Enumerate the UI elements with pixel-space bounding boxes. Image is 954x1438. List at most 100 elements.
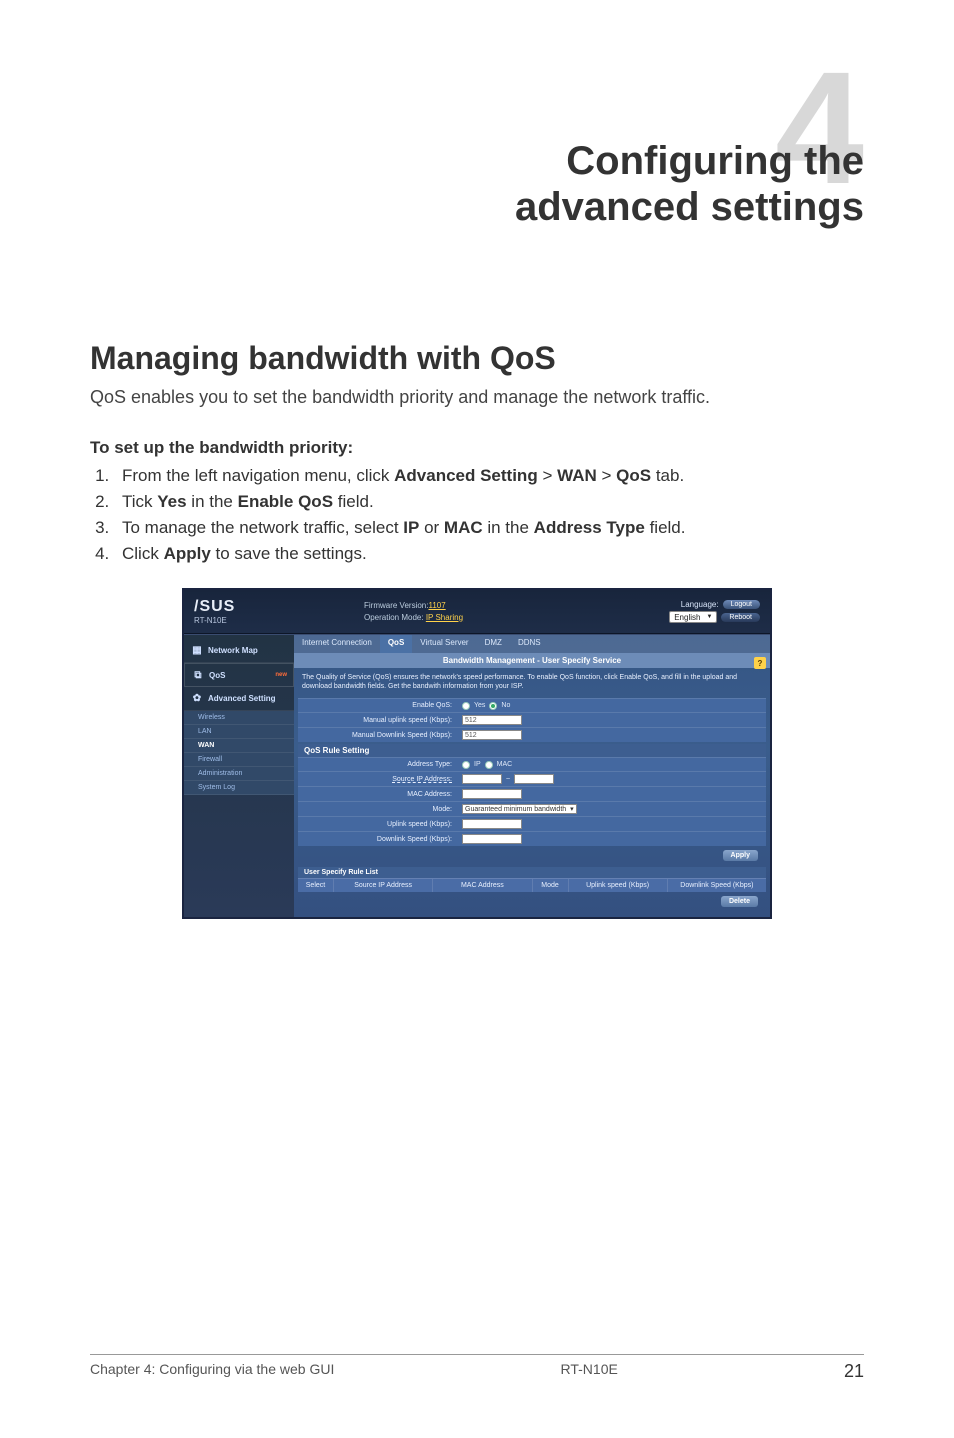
steps-header: To set up the bandwidth priority:	[90, 438, 864, 458]
sidebar-item-advanced[interactable]: ✿ Advanced Setting	[184, 687, 294, 711]
text: Enable QoS	[238, 492, 333, 511]
footer-model: RT-N10E	[561, 1361, 618, 1382]
source-ip-input-2[interactable]	[514, 774, 554, 784]
mac-label: MAC	[497, 761, 513, 768]
uplink-speed-input[interactable]	[462, 819, 522, 829]
text: in the	[483, 518, 534, 537]
manual-downlink-input[interactable]	[462, 730, 522, 740]
main-panel: Internet Connection QoS Virtual Server D…	[294, 635, 770, 917]
panel-title: Bandwidth Management - User Specify Serv…	[294, 653, 770, 668]
text: QoS	[616, 466, 651, 485]
step-3: To manage the network traffic, select IP…	[114, 518, 864, 538]
steps-list: From the left navigation menu, click Adv…	[114, 466, 864, 564]
step-2: Tick Yes in the Enable QoS field.	[114, 492, 864, 512]
mode-select[interactable]: Guaranteed minimum bandwidth▾	[462, 804, 577, 814]
step-4: Click Apply to save the settings.	[114, 544, 864, 564]
enable-qos-label: Enable QoS:	[298, 699, 458, 712]
text: Address Type	[534, 518, 645, 537]
step-1: From the left navigation menu, click Adv…	[114, 466, 864, 486]
sidebar-item-network-map[interactable]: ▦ Network Map	[184, 639, 294, 663]
yes-label: Yes	[474, 702, 485, 709]
rule-list-section: User Specify Rule List Select Source IP …	[298, 867, 766, 911]
page-number: 21	[844, 1361, 864, 1382]
tab-virtual-server[interactable]: Virtual Server	[412, 635, 476, 653]
sidebar-item-system-log[interactable]: System Log	[184, 781, 294, 795]
fw-label: Firmware Version:	[364, 601, 428, 610]
text: tab.	[651, 466, 684, 485]
mode-label: Mode:	[298, 803, 458, 816]
form-top: Enable QoS: Yes No Manual uplink speed (…	[298, 698, 766, 742]
sidebar-item-label: Network Map	[208, 646, 258, 655]
tab-ddns[interactable]: DDNS	[510, 635, 549, 653]
no-label: No	[501, 702, 510, 709]
sidebar-item-lan[interactable]: LAN	[184, 725, 294, 739]
brand-logo: /SUS	[194, 598, 304, 616]
chevron-down-icon: ▼	[706, 614, 712, 620]
tab-qos[interactable]: QoS	[380, 635, 412, 653]
qos-rule-header: QoS Rule Setting	[298, 744, 766, 757]
address-type-mac-radio[interactable]	[485, 761, 493, 769]
downlink-speed-input[interactable]	[462, 834, 522, 844]
manual-downlink-label: Manual Downlink Speed (Kbps):	[298, 729, 458, 742]
text: >	[597, 466, 616, 485]
header-right: Language: Logout English ▼ Reboot	[610, 600, 760, 623]
help-icon[interactable]: ?	[754, 657, 766, 669]
col-select: Select	[298, 879, 334, 892]
apply-button[interactable]: Apply	[723, 850, 758, 861]
delete-button[interactable]: Delete	[721, 896, 758, 907]
address-type-ip-radio[interactable]	[462, 761, 470, 769]
footer-left: Chapter 4: Configuring via the web GUI	[90, 1361, 334, 1382]
mode-value: Guaranteed minimum bandwidth	[465, 806, 566, 813]
language-select[interactable]: English ▼	[669, 611, 717, 623]
ip-label: IP	[474, 761, 481, 768]
text: IP	[403, 518, 419, 537]
col-downlink: Downlink Speed (Kbps)	[668, 879, 766, 892]
sidebar-item-label: QoS	[209, 671, 225, 680]
tab-dmz[interactable]: DMZ	[477, 635, 510, 653]
tab-internet-connection[interactable]: Internet Connection	[294, 635, 380, 653]
language-value: English	[674, 613, 700, 622]
settings-icon: ✿	[190, 692, 204, 706]
mac-address-input[interactable]	[462, 789, 522, 799]
sidebar-item-firewall[interactable]: Firewall	[184, 753, 294, 767]
text: Apply	[164, 544, 211, 563]
qos-icon: ⧉	[191, 668, 205, 682]
sidebar-item-wan[interactable]: WAN	[184, 739, 294, 753]
col-mode: Mode	[533, 879, 569, 892]
sidebar-item-qos[interactable]: ⧉ QoS new	[184, 663, 294, 687]
sidebar-item-label: Advanced Setting	[208, 694, 276, 703]
manual-uplink-input[interactable]	[462, 715, 522, 725]
text: to save the settings.	[211, 544, 367, 563]
enable-qos-no-radio[interactable]	[489, 702, 497, 710]
sidebar-item-administration[interactable]: Administration	[184, 767, 294, 781]
section-intro: QoS enables you to set the bandwidth pri…	[90, 387, 864, 408]
model-label: RT-N10E	[194, 616, 304, 625]
text: Tick	[122, 492, 157, 511]
header-meta: Firmware Version:1107 Operation Mode: IP…	[304, 600, 610, 622]
sidebar-item-wireless[interactable]: Wireless	[184, 711, 294, 725]
text: WAN	[557, 466, 597, 485]
reboot-button[interactable]: Reboot	[721, 613, 760, 622]
network-icon: ▦	[190, 644, 204, 658]
text: or	[419, 518, 444, 537]
source-ip-input-1[interactable]	[462, 774, 502, 784]
rule-list-header: User Specify Rule List	[298, 867, 766, 878]
logout-button[interactable]: Logout	[723, 600, 760, 609]
text: field.	[645, 518, 686, 537]
page-footer: Chapter 4: Configuring via the web GUI R…	[90, 1354, 864, 1382]
text: >	[538, 466, 557, 485]
sidebar: ▦ Network Map ⧉ QoS new ✿ Advanced Setting W…	[184, 635, 294, 917]
text: in the	[187, 492, 238, 511]
fw-link[interactable]: 1107	[428, 601, 445, 610]
language-label: Language:	[681, 600, 719, 609]
qos-rule-section: QoS Rule Setting Address Type: IP MAC So…	[298, 744, 766, 865]
enable-qos-yes-radio[interactable]	[462, 702, 470, 710]
manual-uplink-label: Manual uplink speed (Kbps):	[298, 714, 458, 727]
chapter-title-line2: advanced settings	[515, 185, 864, 229]
section-heading: Managing bandwidth with QoS	[90, 340, 864, 377]
opmode-link[interactable]: IP Sharing	[426, 613, 463, 622]
mac-address-label: MAC Address:	[298, 788, 458, 801]
table-header-row: Select Source IP Address MAC Address Mod…	[298, 878, 766, 892]
address-type-label: Address Type:	[298, 758, 458, 771]
new-badge: new	[275, 672, 287, 678]
